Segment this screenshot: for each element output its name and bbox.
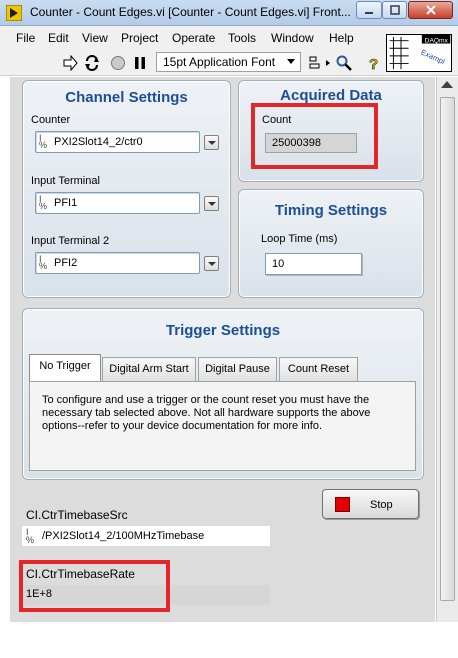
io-name-icon: I% <box>39 133 48 150</box>
menu-edit[interactable]: Edit <box>48 31 69 45</box>
menu-operate[interactable]: Operate <box>172 31 215 45</box>
menu-file[interactable]: File <box>16 31 35 45</box>
input-terminal2-control[interactable]: I% PFI2 <box>35 252 219 274</box>
font-select[interactable]: 15pt Application Font <box>156 52 301 72</box>
menu-view[interactable]: View <box>82 31 108 45</box>
pause-icon[interactable] <box>132 55 148 71</box>
window-title: Counter - Count Edges.vi [Counter - Coun… <box>30 5 351 19</box>
loop-time-value: 10 <box>272 258 285 270</box>
loop-time-label: Loop Time (ms) <box>261 233 338 245</box>
tab-digital-pause[interactable]: Digital Pause <box>198 357 277 381</box>
counter-label: Counter <box>31 114 71 126</box>
channel-settings-title: Channel Settings <box>65 89 188 106</box>
input-terminal-dropdown-button[interactable] <box>204 196 219 211</box>
trigger-description: To configure and use a trigger or the co… <box>42 394 371 432</box>
stop-button[interactable]: Stop <box>322 489 419 519</box>
menu-help[interactable]: Help <box>329 31 354 45</box>
counter-value: PXI2Slot14_2/ctr0 <box>54 136 143 148</box>
scroll-up-arrow-icon[interactable] <box>441 81 453 88</box>
align-objects-icon[interactable] <box>309 55 331 71</box>
maximize-icon <box>389 5 400 15</box>
help-icon[interactable]: ? <box>366 55 382 71</box>
io-name-icon: I% <box>39 254 48 271</box>
timebase-src-indicator: I% /PXI2Slot14_2/100MHzTimebase <box>22 526 270 546</box>
input-terminal-value: PFI1 <box>54 197 78 209</box>
run-continuously-icon[interactable] <box>84 55 100 71</box>
highlight-box-count <box>251 103 378 169</box>
labview-app-icon <box>6 5 22 21</box>
highlight-box-timebase-rate <box>19 560 170 612</box>
timing-settings-title: Timing Settings <box>274 202 388 219</box>
tab-digital-arm-start[interactable]: Digital Arm Start <box>102 357 196 381</box>
vertical-scrollbar[interactable] <box>436 77 458 622</box>
stop-led-icon <box>335 497 350 512</box>
vi-icon-logo: DAQmx Exampl <box>386 34 452 72</box>
timebase-src-label: CI.CtrTimebaseSrc <box>26 508 128 522</box>
stop-button-label: Stop <box>370 499 393 511</box>
maximize-button[interactable] <box>382 1 407 19</box>
trigger-settings-title: Trigger Settings <box>165 322 281 339</box>
close-icon <box>425 5 436 15</box>
io-name-icon: I% <box>39 194 48 211</box>
io-name-icon: I% <box>26 527 35 545</box>
input-terminal-control[interactable]: I% PFI1 <box>35 192 219 214</box>
close-button[interactable] <box>408 1 453 19</box>
run-arrow-icon[interactable] <box>62 55 78 71</box>
title-bar: Counter - Count Edges.vi [Counter - Coun… <box>0 0 458 26</box>
acquired-data-title: Acquired Data <box>280 87 382 104</box>
input-terminal-label: Input Terminal <box>31 175 100 187</box>
input-terminal2-dropdown-button[interactable] <box>204 256 219 271</box>
chevron-down-icon <box>287 59 295 64</box>
counter-dropdown-button[interactable] <box>204 135 219 150</box>
menu-tools[interactable]: Tools <box>228 31 256 45</box>
input-terminal2-label: Input Terminal 2 <box>31 235 110 247</box>
minimize-button[interactable] <box>356 1 382 19</box>
logo-text-daqmx: DAQmx <box>425 38 449 45</box>
timebase-src-value: /PXI2Slot14_2/100MHzTimebase <box>42 530 205 542</box>
tab-no-trigger[interactable]: No Trigger <box>29 354 101 381</box>
input-terminal2-value: PFI2 <box>54 257 78 269</box>
trigger-tab-panel: To configure and use a trigger or the co… <box>29 381 416 471</box>
tab-count-reset[interactable]: Count Reset <box>279 357 358 381</box>
svg-text:?: ? <box>369 56 378 71</box>
font-select-value: 15pt Application Font <box>163 55 276 69</box>
minimize-icon <box>365 12 373 14</box>
counter-control[interactable]: I% PXI2Slot14_2/ctr0 <box>35 131 219 153</box>
abort-icon[interactable] <box>110 55 126 71</box>
scrollbar-thumb[interactable] <box>440 97 455 601</box>
search-icon[interactable] <box>336 55 352 71</box>
loop-time-control[interactable]: 10 <box>265 253 362 275</box>
menu-window[interactable]: Window <box>271 31 314 45</box>
menu-project[interactable]: Project <box>121 31 158 45</box>
